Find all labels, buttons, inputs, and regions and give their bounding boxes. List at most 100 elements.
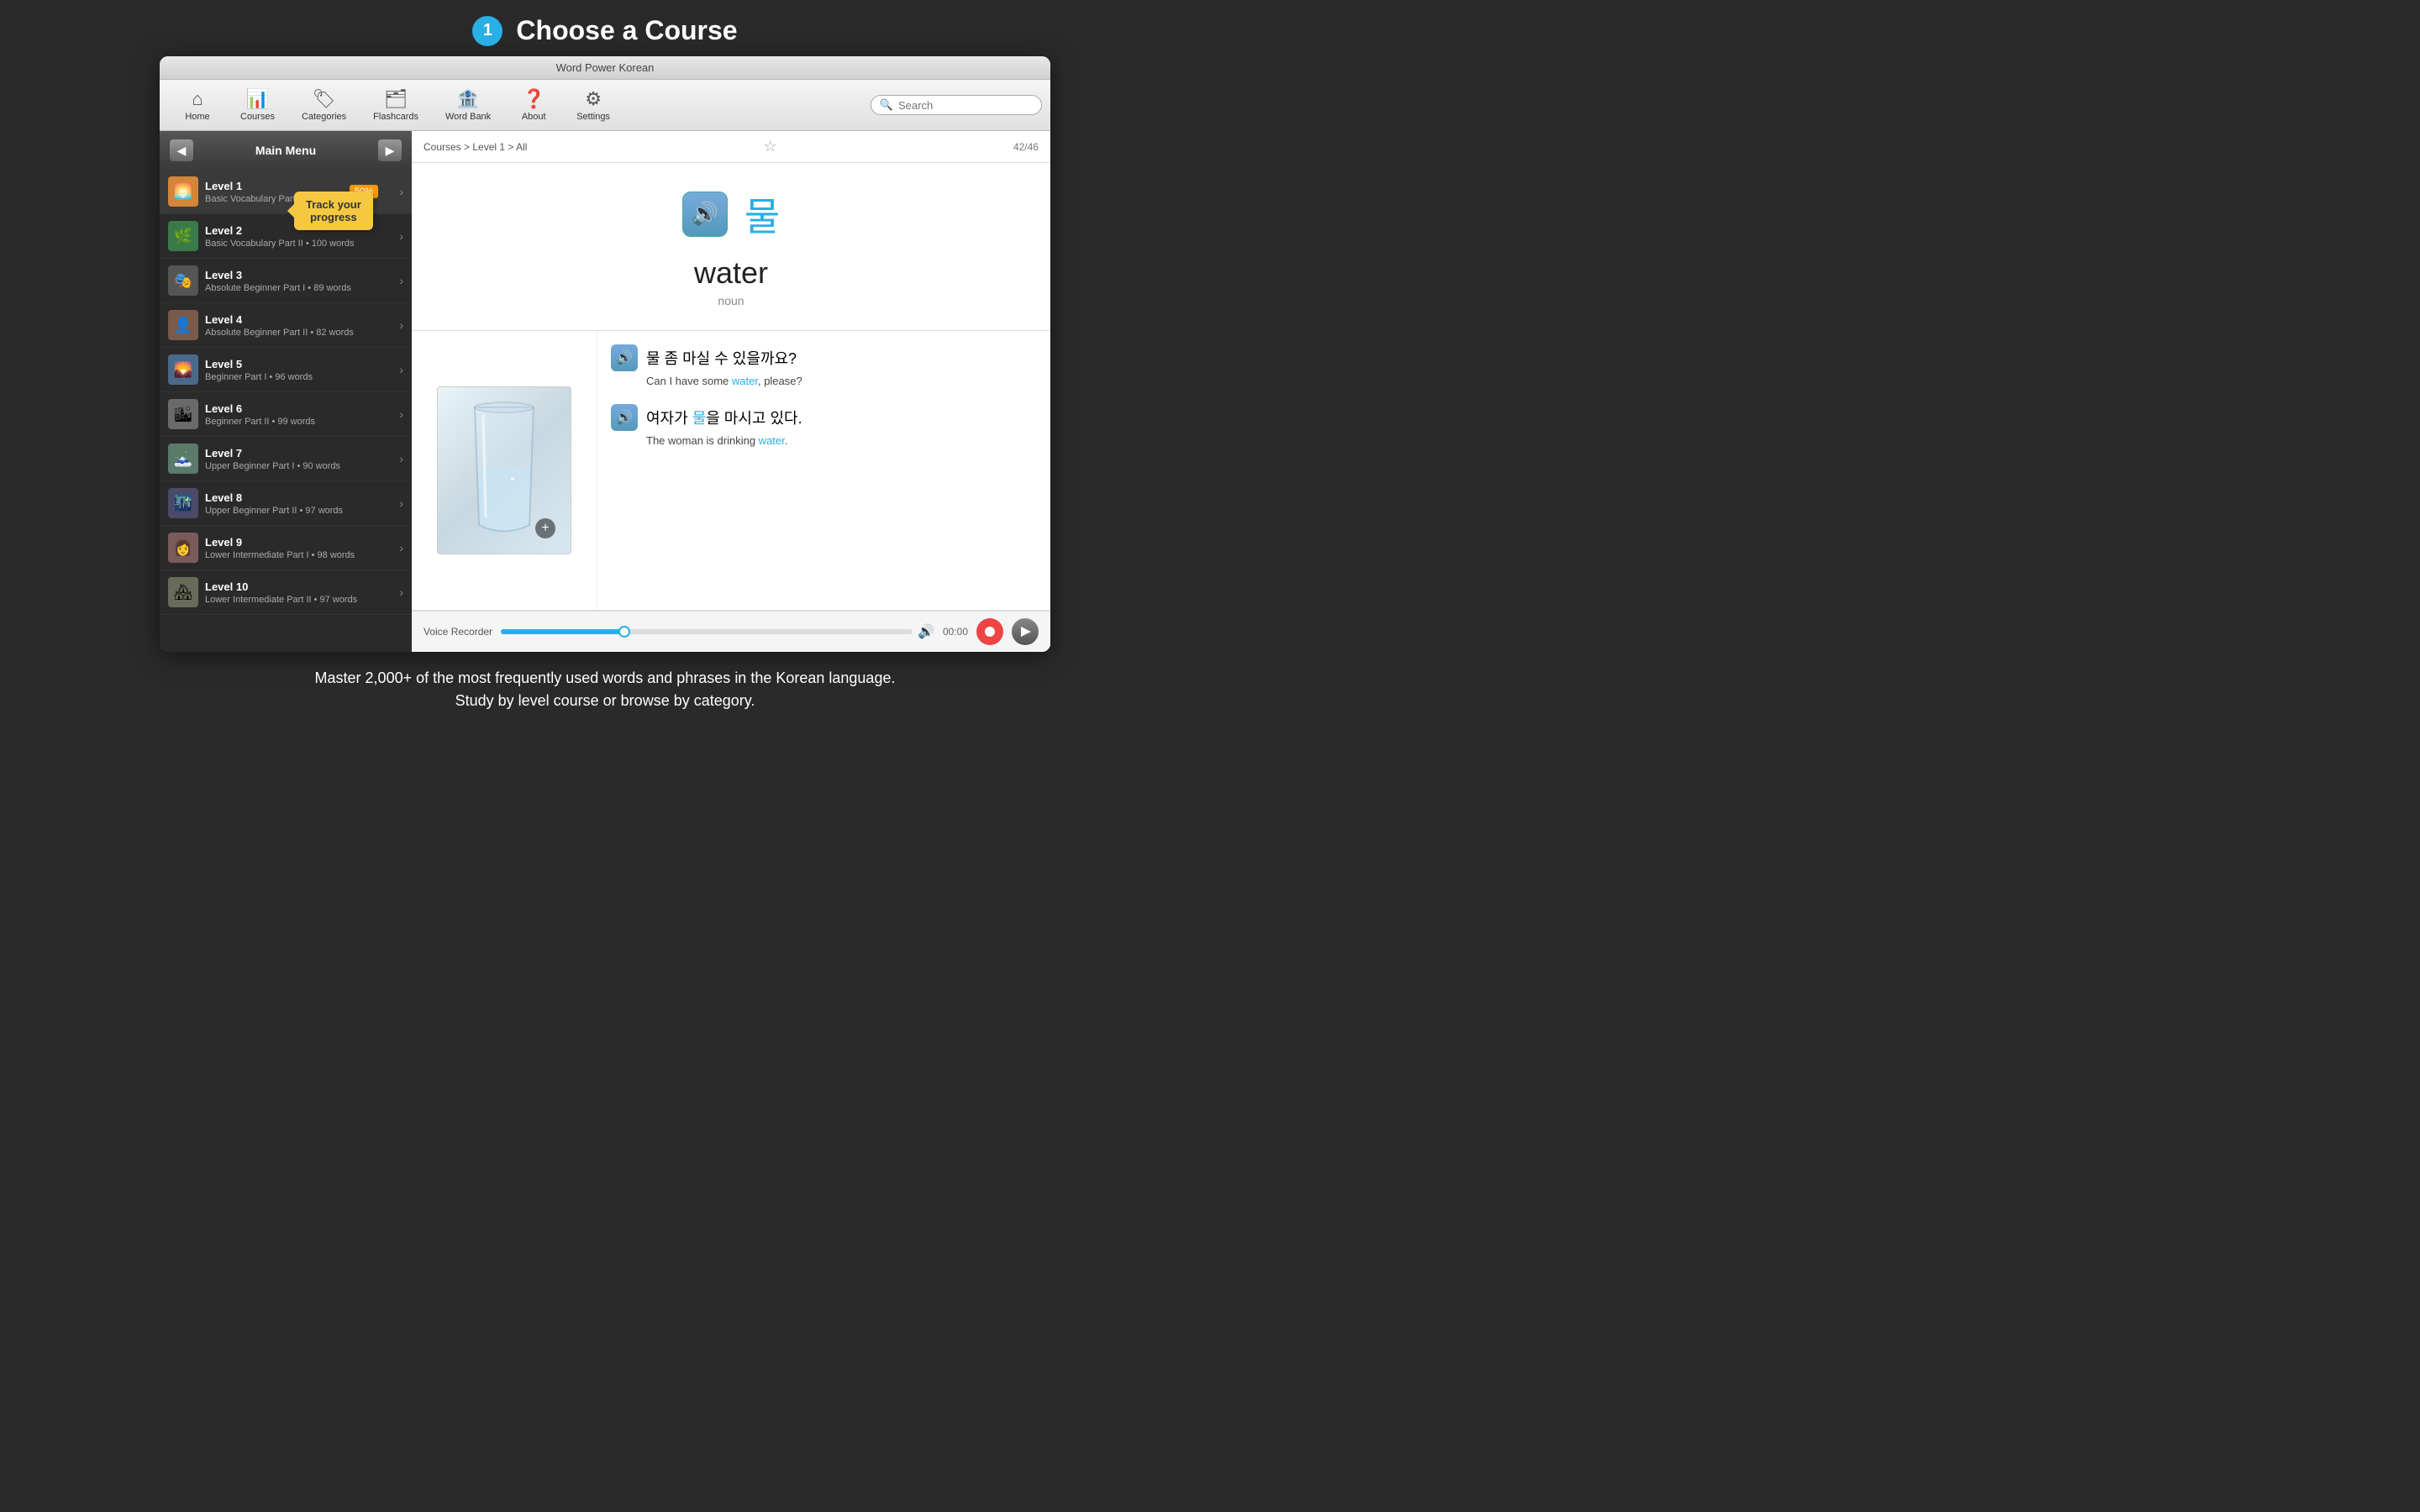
level-10-thumb: 🏘 <box>168 577 198 607</box>
level-9-name: Level 9 <box>205 536 399 549</box>
korean-text-2: 여자가 물을 마시고 있다. <box>646 407 802 428</box>
level-3-info: Level 3 Absolute Beginner Part I • 89 wo… <box>205 269 399 293</box>
volume-icon: 🔊 <box>918 623 934 640</box>
window-titlebar: Word Power Korean <box>160 56 1050 80</box>
sentences-panel: 🔊 물 좀 마실 수 있을까요? Can I have some water, … <box>597 331 1050 610</box>
sidebar-title: Main Menu <box>202 144 370 157</box>
level-2-desc: Basic Vocabulary Part II • 100 words <box>205 239 399 249</box>
level-10-desc: Lower Intermediate Part II • 97 words <box>205 595 399 605</box>
toolbar-flashcards[interactable]: 🗂 Flashcards <box>360 85 432 125</box>
toolbar-categories[interactable]: 🏷 Categories <box>288 85 360 125</box>
chevron-icon: › <box>399 274 403 287</box>
about-icon: ❓ <box>522 88 544 110</box>
mini-audio-button-2[interactable]: 🔊 <box>611 404 638 431</box>
mini-speaker-icon-2: 🔊 <box>616 409 633 426</box>
search-box[interactable]: 🔍 <box>871 95 1042 115</box>
window-title: Word Power Korean <box>556 61 655 74</box>
toolbar-wordbank[interactable]: 🏦 Word Bank <box>432 85 504 125</box>
highlight-word-2: water <box>759 434 785 447</box>
level-list: 🌅 Level 1 Basic Vocabulary Part I • 87 w… <box>160 170 412 652</box>
level-item[interactable]: 🌿 Level 2 Basic Vocabulary Part II • 100… <box>160 214 412 259</box>
step-badge: 1 <box>472 16 502 46</box>
level-5-info: Level 5 Beginner Part I • 96 words <box>205 358 399 382</box>
time-display: 00:00 <box>943 626 968 638</box>
level-item[interactable]: 🌅 Level 1 Basic Vocabulary Part I • 87 w… <box>160 170 412 214</box>
audio-button[interactable]: 🔊 <box>682 192 728 237</box>
level-6-desc: Beginner Part II • 99 words <box>205 417 399 427</box>
level-8-thumb: 🌃 <box>168 488 198 518</box>
level-2-thumb: 🌿 <box>168 221 198 251</box>
level-item[interactable]: 🎭 Level 3 Absolute Beginner Part I • 89 … <box>160 259 412 303</box>
content-area: ◀ Main Menu ▶ 🌅 Level 1 Basic Vocabulary… <box>160 131 1050 652</box>
sentences-section: + 🔊 물 좀 마실 수 있을까요? Can I have some <box>412 331 1050 611</box>
level-1-thumb: 🌅 <box>168 176 198 207</box>
toolbar-categories-label: Categories <box>302 112 346 122</box>
english-word: water <box>694 255 768 291</box>
level-8-desc: Upper Beginner Part II • 97 words <box>205 506 399 516</box>
chevron-icon: › <box>399 407 403 421</box>
english-sentence-2: The woman is drinking water. <box>611 434 1037 447</box>
level-9-desc: Lower Intermediate Part I • 98 words <box>205 550 399 560</box>
level-5-desc: Beginner Part I • 96 words <box>205 372 399 382</box>
level-10-name: Level 10 <box>205 580 399 593</box>
level-item[interactable]: 🏙 Level 6 Beginner Part II • 99 words › <box>160 392 412 437</box>
chevron-icon: › <box>399 541 403 554</box>
main-window: Word Power Korean ⌂ Home 📊 Courses 🏷 Cat… <box>160 56 1050 652</box>
toolbar-home[interactable]: ⌂ Home <box>168 85 227 125</box>
level-item[interactable]: 🌃 Level 8 Upper Beginner Part II • 97 wo… <box>160 481 412 526</box>
toolbar-settings[interactable]: ⚙ Settings <box>563 85 623 125</box>
progress-track[interactable] <box>501 629 913 634</box>
level-item[interactable]: 🏘 Level 10 Lower Intermediate Part II • … <box>160 570 412 615</box>
level-6-name: Level 6 <box>205 402 399 415</box>
flashcards-icon: 🗂 <box>384 88 408 110</box>
level-9-thumb: 👩 <box>168 533 198 563</box>
footer-line-1: Master 2,000+ of the most frequently use… <box>17 667 1193 690</box>
chevron-icon: › <box>399 229 403 243</box>
level-item[interactable]: 👤 Level 4 Absolute Beginner Part II • 82… <box>160 303 412 348</box>
level-item[interactable]: 🗻 Level 7 Upper Beginner Part I • 90 wor… <box>160 437 412 481</box>
word-display: 🔊 물 water noun <box>412 163 1050 331</box>
chevron-icon: › <box>399 585 403 599</box>
star-button[interactable]: ☆ <box>764 138 777 155</box>
level-9-info: Level 9 Lower Intermediate Part I • 98 w… <box>205 536 399 560</box>
forward-button[interactable]: ▶ <box>378 139 402 161</box>
settings-icon: ⚙ <box>585 88 602 110</box>
toolbar-about[interactable]: ❓ About <box>504 85 563 125</box>
chevron-icon: › <box>399 318 403 332</box>
chevron-icon: › <box>399 185 403 198</box>
level-3-name: Level 3 <box>205 269 399 281</box>
toolbar-settings-label: Settings <box>576 112 610 122</box>
level-5-thumb: 🌄 <box>168 354 198 385</box>
footer-text: Master 2,000+ of the most frequently use… <box>0 652 1210 712</box>
sidebar: ◀ Main Menu ▶ 🌅 Level 1 Basic Vocabulary… <box>160 131 412 652</box>
record-button[interactable] <box>976 618 1003 645</box>
toolbar-home-label: Home <box>185 112 209 122</box>
level-7-name: Level 7 <box>205 447 399 459</box>
play-button[interactable] <box>1012 618 1039 645</box>
zoom-button[interactable]: + <box>535 518 555 538</box>
highlight-word-1: water <box>732 375 758 387</box>
level-8-info: Level 8 Upper Beginner Part II • 97 word… <box>205 491 399 516</box>
home-icon: ⌂ <box>192 88 203 110</box>
toolbar-wordbank-label: Word Bank <box>445 112 491 122</box>
toolbar: ⌂ Home 📊 Courses 🏷 Categories 🗂 Flashcar… <box>160 80 1050 131</box>
right-panel: Courses > Level 1 > All ☆ 42/46 🔊 물 wate… <box>412 131 1050 652</box>
level-3-desc: Absolute Beginner Part I • 89 words <box>205 283 399 293</box>
voice-recorder: Voice Recorder 🔊 00:00 <box>412 611 1050 652</box>
search-input[interactable] <box>898 99 1033 112</box>
toolbar-courses[interactable]: 📊 Courses <box>227 85 288 125</box>
level-7-desc: Upper Beginner Part I • 90 words <box>205 461 399 471</box>
level-7-thumb: 🗻 <box>168 444 198 474</box>
level-item[interactable]: 👩 Level 9 Lower Intermediate Part I • 98… <box>160 526 412 570</box>
sentence-2-korean: 🔊 여자가 물을 마시고 있다. <box>611 404 1037 431</box>
english-sentence-1: Can I have some water, please? <box>611 375 1037 387</box>
toolbar-courses-label: Courses <box>240 112 275 122</box>
glass-image: + <box>437 386 571 554</box>
level-item[interactable]: 🌄 Level 5 Beginner Part I • 96 words › <box>160 348 412 392</box>
level-4-desc: Absolute Beginner Part II • 82 words <box>205 328 399 338</box>
footer-line-2: Study by level course or browse by categ… <box>17 690 1193 712</box>
back-button[interactable]: ◀ <box>170 139 193 161</box>
korean-word: 물 <box>744 186 780 242</box>
top-header: 1 Choose a Course <box>0 0 1210 56</box>
mini-audio-button-1[interactable]: 🔊 <box>611 344 638 371</box>
